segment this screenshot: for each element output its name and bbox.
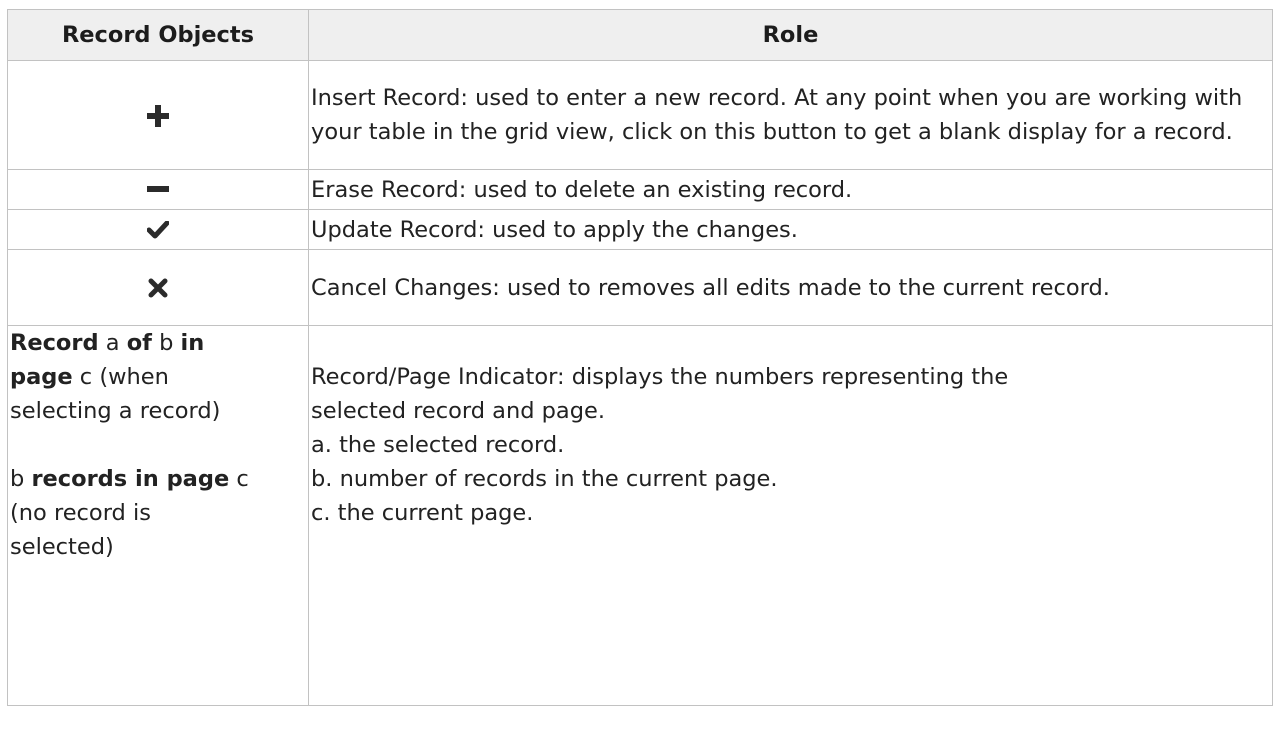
role-line: selected record and page.	[311, 398, 605, 424]
keyword-record: Record	[10, 330, 99, 356]
table-header-row: Record Objects Role	[7, 9, 1273, 61]
minus-icon	[147, 186, 169, 194]
placeholder-c-when: c (when	[72, 364, 169, 390]
placeholder-b: b	[151, 330, 181, 356]
role-cell: Update Record: used to apply the changes…	[308, 209, 1273, 250]
icon-cell	[7, 169, 309, 210]
header-record-objects: Record Objects	[7, 9, 309, 61]
table-row: Update Record: used to apply the changes…	[7, 209, 1273, 250]
indicator-line: selected)	[10, 534, 114, 560]
keyword-page: page	[10, 364, 73, 390]
table-row: Insert Record: used to enter a new recor…	[7, 60, 1273, 170]
table-row: Cancel Changes: used to removes all edit…	[7, 249, 1273, 326]
indicator-line: (no record is	[10, 500, 151, 526]
role-line: Record/Page Indicator: displays the numb…	[311, 364, 1009, 390]
placeholder-c: c	[229, 466, 249, 492]
icon-cell	[7, 209, 309, 250]
role-line: c. the current page.	[311, 500, 534, 526]
role-cell: Record/Page Indicator: displays the numb…	[308, 325, 1273, 706]
role-cell: Erase Record: used to delete an existing…	[308, 169, 1273, 210]
role-cell: Insert Record: used to enter a new recor…	[308, 60, 1273, 170]
placeholder-a: a	[98, 330, 127, 356]
indicator-line: Record a of b in	[10, 326, 306, 360]
keyword-in: in	[180, 330, 205, 356]
cross-icon	[148, 278, 168, 298]
keyword-records-in-page: records in page	[31, 466, 230, 492]
role-cell: Cancel Changes: used to removes all edit…	[308, 249, 1273, 326]
role-line: b. number of records in the current page…	[311, 466, 778, 492]
indicator-line: b records in page c	[10, 462, 306, 496]
table-row: Erase Record: used to delete an existing…	[7, 169, 1273, 210]
icon-cell	[7, 249, 309, 326]
record-page-indicator-cell: Record a of b in page c (when selecting …	[7, 325, 309, 706]
record-objects-table: Record Objects Role Insert Record: used …	[7, 9, 1273, 706]
keyword-of: of	[126, 330, 152, 356]
header-role: Role	[308, 9, 1273, 61]
role-line: a. the selected record.	[311, 432, 565, 458]
table-row: Record a of b in page c (when selecting …	[7, 325, 1273, 706]
indicator-line: page c (when	[10, 360, 306, 394]
icon-cell	[7, 60, 309, 170]
placeholder-b: b	[10, 466, 32, 492]
check-icon	[147, 221, 169, 239]
plus-icon	[147, 104, 169, 127]
indicator-line: selecting a record)	[10, 398, 221, 424]
